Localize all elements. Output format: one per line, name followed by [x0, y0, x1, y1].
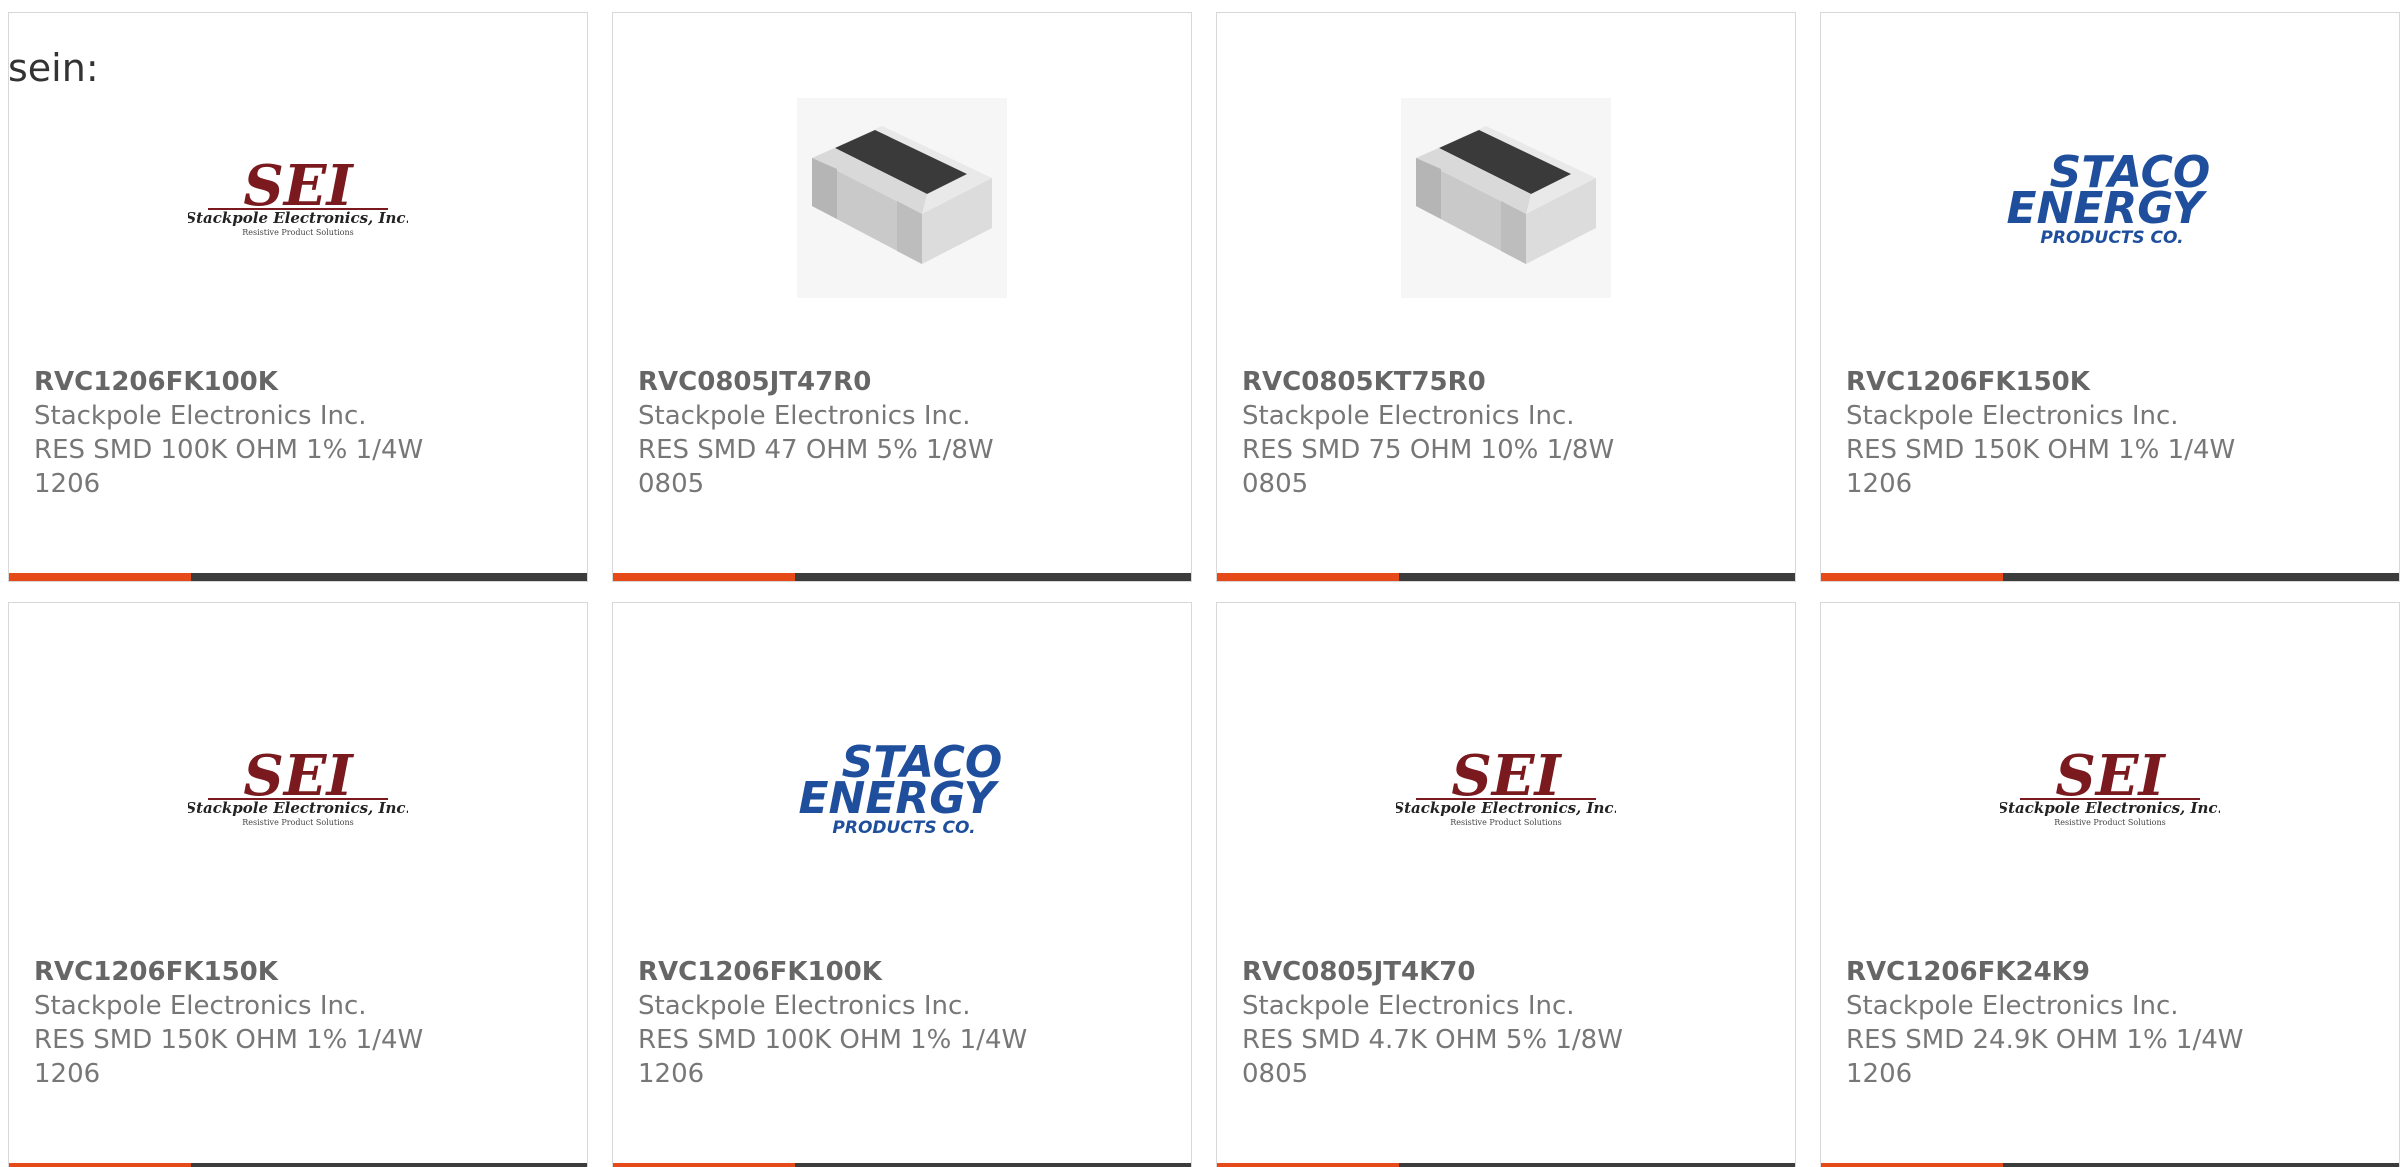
- product-description: RES SMD 4.7K OHM 5% 1/8W 0805: [1242, 1025, 1623, 1089]
- card-accent-bar: [1217, 1163, 1399, 1167]
- product-card[interactable]: RVC0805KT75R0 Stackpole Electronics Inc.…: [1216, 12, 1796, 582]
- product-image[interactable]: [613, 73, 1191, 323]
- manufacturer: Stackpole Electronics Inc.: [1242, 401, 1575, 431]
- logo-tagline: PRODUCTS CO.: [832, 818, 975, 838]
- logo-tagline: PRODUCTS CO.: [2040, 228, 2183, 248]
- product-description: RES SMD 150K OHM 1% 1/4W 1206: [1846, 435, 2236, 499]
- product-description: RES SMD 100K OHM 1% 1/4W 1206: [34, 435, 424, 499]
- card-bottom-bar: [613, 573, 1191, 581]
- product-info: RVC1206FK100K Stackpole Electronics Inc.…: [638, 955, 1058, 1091]
- logo-tagline: Resistive Product Solutions: [2054, 818, 2166, 827]
- card-accent-bar: [1821, 1163, 2003, 1167]
- manufacturer: Stackpole Electronics Inc.: [34, 401, 367, 431]
- card-accent-bar: [613, 1163, 795, 1167]
- logo-subtitle: ENERGY: [798, 773, 999, 824]
- sei-logo-icon: SEIStackpole Electronics, Inc.Resistive …: [188, 153, 408, 237]
- product-description: RES SMD 100K OHM 1% 1/4W 1206: [638, 1025, 1028, 1089]
- logo-subtitle: ENERGY: [2006, 183, 2207, 234]
- logo-tagline: Resistive Product Solutions: [1450, 818, 1562, 827]
- product-card[interactable]: STACO ENERGY PRODUCTS CO. RVC1206FK150K St…: [1820, 12, 2400, 582]
- logo-subtitle: Stackpole Electronics, Inc.: [188, 209, 408, 227]
- product-info: RVC0805JT4K70 Stackpole Electronics Inc.…: [1242, 955, 1662, 1091]
- product-info: RVC1206FK150K Stackpole Electronics Inc.…: [1846, 365, 2266, 501]
- part-number[interactable]: RVC0805JT47R0: [638, 365, 1058, 399]
- product-image[interactable]: STACO ENERGY PRODUCTS CO.: [613, 663, 1191, 913]
- product-image[interactable]: STACO ENERGY PRODUCTS CO.: [1821, 73, 2399, 323]
- card-accent-bar: [613, 573, 795, 581]
- product-description: RES SMD 75 OHM 10% 1/8W 0805: [1242, 435, 1615, 499]
- part-number[interactable]: RVC1206FK100K: [34, 365, 454, 399]
- product-info: RVC1206FK100K Stackpole Electronics Inc.…: [34, 365, 454, 501]
- product-image[interactable]: SEI Stackpole Electronics, Inc. Resistive …: [1217, 663, 1795, 913]
- sei-logo-icon: SEIStackpole Electronics, Inc.Resistive …: [1396, 743, 1616, 827]
- part-number[interactable]: RVC1206FK150K: [34, 955, 454, 989]
- card-bottom-bar: [1217, 1163, 1795, 1167]
- product-image[interactable]: [1217, 73, 1795, 323]
- product-info: RVC1206FK24K9 Stackpole Electronics Inc.…: [1846, 955, 2266, 1091]
- part-number[interactable]: RVC1206FK100K: [638, 955, 1058, 989]
- staco-energy-logo-icon: STACOENERGYPRODUCTS CO.: [2006, 147, 2210, 248]
- product-image[interactable]: SEI Stackpole Electronics, Inc. Resistive …: [1821, 663, 2399, 913]
- smd-resistor-chip-icon: [797, 98, 1007, 298]
- logo-tagline: Resistive Product Solutions: [242, 228, 354, 237]
- card-accent-bar: [1217, 573, 1399, 581]
- product-info: RVC0805JT47R0 Stackpole Electronics Inc.…: [638, 365, 1058, 501]
- manufacturer: Stackpole Electronics Inc.: [1846, 401, 2179, 431]
- product-card[interactable]: SEI Stackpole Electronics, Inc. Resistive …: [8, 602, 588, 1167]
- card-bottom-bar: [1821, 573, 2399, 581]
- sei-logo-icon: SEIStackpole Electronics, Inc.Resistive …: [2000, 743, 2220, 827]
- manufacturer: Stackpole Electronics Inc.: [638, 991, 971, 1021]
- product-info: RVC1206FK150K Stackpole Electronics Inc.…: [34, 955, 454, 1091]
- product-grid-page: sein: SEI Stackpole Electronics, Inc. Resi…: [0, 0, 2400, 1167]
- logo-subtitle: Stackpole Electronics, Inc.: [1396, 799, 1616, 817]
- card-bottom-bar: [9, 1163, 587, 1167]
- product-card[interactable]: SEI Stackpole Electronics, Inc. Resistive …: [8, 12, 588, 582]
- product-image[interactable]: SEI Stackpole Electronics, Inc. Resistive …: [9, 663, 587, 913]
- sei-logo-icon: SEIStackpole Electronics, Inc.Resistive …: [188, 743, 408, 827]
- product-description: RES SMD 150K OHM 1% 1/4W 1206: [34, 1025, 424, 1089]
- part-number[interactable]: RVC1206FK150K: [1846, 365, 2266, 399]
- manufacturer: Stackpole Electronics Inc.: [638, 401, 971, 431]
- logo-subtitle: Stackpole Electronics, Inc.: [188, 799, 408, 817]
- card-accent-bar: [9, 1163, 191, 1167]
- logo-tagline: Resistive Product Solutions: [242, 818, 354, 827]
- card-bottom-bar: [613, 1163, 1191, 1167]
- logo-subtitle: Stackpole Electronics, Inc.: [2000, 799, 2220, 817]
- product-description: RES SMD 24.9K OHM 1% 1/4W 1206: [1846, 1025, 2244, 1089]
- part-number[interactable]: RVC1206FK24K9: [1846, 955, 2266, 989]
- part-number[interactable]: RVC0805JT4K70: [1242, 955, 1662, 989]
- card-bottom-bar: [1217, 573, 1795, 581]
- intro-text: sein:: [8, 46, 99, 90]
- product-image[interactable]: SEI Stackpole Electronics, Inc. Resistive …: [9, 73, 587, 323]
- product-description: RES SMD 47 OHM 5% 1/8W 0805: [638, 435, 994, 499]
- product-info: RVC0805KT75R0 Stackpole Electronics Inc.…: [1242, 365, 1662, 501]
- product-card[interactable]: RVC0805JT47R0 Stackpole Electronics Inc.…: [612, 12, 1192, 582]
- part-number[interactable]: RVC0805KT75R0: [1242, 365, 1662, 399]
- manufacturer: Stackpole Electronics Inc.: [1242, 991, 1575, 1021]
- card-accent-bar: [9, 573, 191, 581]
- staco-energy-logo-icon: STACOENERGYPRODUCTS CO.: [798, 737, 1002, 838]
- card-bottom-bar: [9, 573, 587, 581]
- product-card[interactable]: SEI Stackpole Electronics, Inc. Resistive …: [1216, 602, 1796, 1167]
- product-card[interactable]: STACO ENERGY PRODUCTS CO. RVC1206FK100K St…: [612, 602, 1192, 1167]
- card-bottom-bar: [1821, 1163, 2399, 1167]
- product-card[interactable]: SEI Stackpole Electronics, Inc. Resistive …: [1820, 602, 2400, 1167]
- smd-resistor-chip-icon: [1401, 98, 1611, 298]
- manufacturer: Stackpole Electronics Inc.: [1846, 991, 2179, 1021]
- card-accent-bar: [1821, 573, 2003, 581]
- manufacturer: Stackpole Electronics Inc.: [34, 991, 367, 1021]
